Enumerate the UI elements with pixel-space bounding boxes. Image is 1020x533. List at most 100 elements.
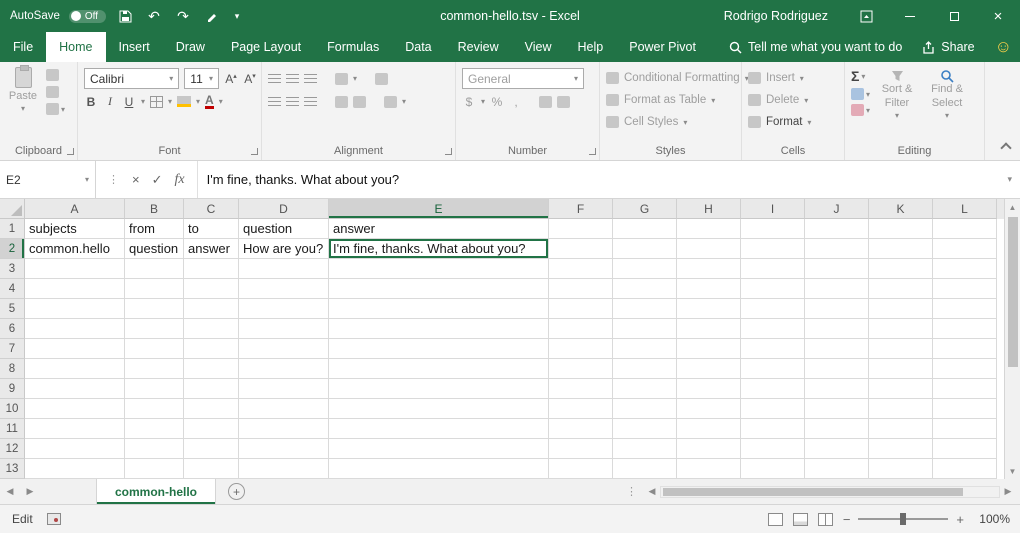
cell-J7[interactable] bbox=[805, 339, 869, 359]
cell-I13[interactable] bbox=[741, 459, 805, 479]
cell-B12[interactable] bbox=[125, 439, 184, 459]
cell-L6[interactable] bbox=[933, 319, 997, 339]
autosave-toggle[interactable]: Off bbox=[69, 10, 106, 23]
cell-I5[interactable] bbox=[741, 299, 805, 319]
cell-H3[interactable] bbox=[677, 259, 741, 279]
zoom-slider-thumb[interactable] bbox=[900, 513, 906, 525]
cell-D9[interactable] bbox=[239, 379, 329, 399]
cell-G4[interactable] bbox=[613, 279, 677, 299]
cell-K8[interactable] bbox=[869, 359, 933, 379]
column-header-B[interactable]: B bbox=[125, 199, 184, 219]
cell-A13[interactable] bbox=[25, 459, 125, 479]
account-name[interactable]: Rodrigo Rodriguez bbox=[724, 9, 828, 23]
cell-L10[interactable] bbox=[933, 399, 997, 419]
cell-L11[interactable] bbox=[933, 419, 997, 439]
percent-button[interactable]: % bbox=[490, 95, 504, 109]
cell-I12[interactable] bbox=[741, 439, 805, 459]
normal-view-icon[interactable] bbox=[768, 513, 783, 526]
ribbon-tab-view[interactable]: View bbox=[512, 32, 565, 62]
cell-L13[interactable] bbox=[933, 459, 997, 479]
redo-icon[interactable]: ↷ bbox=[173, 5, 193, 27]
cell-F13[interactable] bbox=[549, 459, 613, 479]
cell-C10[interactable] bbox=[184, 399, 239, 419]
cell-A2[interactable]: common.hello bbox=[25, 239, 125, 259]
shrink-font-button[interactable]: A▾ bbox=[243, 72, 257, 86]
align-center-icon[interactable] bbox=[286, 97, 299, 106]
cell-I8[interactable] bbox=[741, 359, 805, 379]
insert-cells-button[interactable]: Insert ▾ bbox=[748, 67, 840, 89]
column-header-J[interactable]: J bbox=[805, 199, 869, 219]
cell-E10[interactable] bbox=[329, 399, 549, 419]
column-header-L[interactable]: L bbox=[933, 199, 997, 219]
cell-H4[interactable] bbox=[677, 279, 741, 299]
cell-E9[interactable] bbox=[329, 379, 549, 399]
cell-J6[interactable] bbox=[805, 319, 869, 339]
cell-J2[interactable] bbox=[805, 239, 869, 259]
cell-E6[interactable] bbox=[329, 319, 549, 339]
cancel-entry-icon[interactable]: × bbox=[132, 172, 140, 187]
cell-G12[interactable] bbox=[613, 439, 677, 459]
bold-button[interactable]: B bbox=[84, 95, 98, 109]
horizontal-scrollbar[interactable]: ◀ ▶ bbox=[644, 486, 1016, 498]
cell-B4[interactable] bbox=[125, 279, 184, 299]
cell-C7[interactable] bbox=[184, 339, 239, 359]
cell-E3[interactable] bbox=[329, 259, 549, 279]
cell-B6[interactable] bbox=[125, 319, 184, 339]
ribbon-tab-power-pivot[interactable]: Power Pivot bbox=[616, 32, 709, 62]
column-header-I[interactable]: I bbox=[741, 199, 805, 219]
cell-F12[interactable] bbox=[549, 439, 613, 459]
autosum-button[interactable]: Σ▾ bbox=[851, 68, 870, 84]
row-header-12[interactable]: 12 bbox=[0, 439, 25, 459]
cell-G13[interactable] bbox=[613, 459, 677, 479]
copy-icon[interactable] bbox=[46, 86, 59, 98]
confirm-entry-icon[interactable]: ✓ bbox=[152, 172, 163, 188]
cell-D2[interactable]: How are you? bbox=[239, 239, 329, 259]
cell-J1[interactable] bbox=[805, 219, 869, 239]
comma-button[interactable]: , bbox=[509, 95, 523, 109]
cell-B11[interactable] bbox=[125, 419, 184, 439]
cell-E11[interactable] bbox=[329, 419, 549, 439]
cell-G11[interactable] bbox=[613, 419, 677, 439]
cell-H12[interactable] bbox=[677, 439, 741, 459]
cell-D8[interactable] bbox=[239, 359, 329, 379]
column-header-A[interactable]: A bbox=[25, 199, 125, 219]
merge-center-icon[interactable] bbox=[384, 96, 397, 108]
row-header-4[interactable]: 4 bbox=[0, 279, 25, 299]
cell-H5[interactable] bbox=[677, 299, 741, 319]
increase-decimal-icon[interactable] bbox=[539, 96, 552, 108]
cell-B13[interactable] bbox=[125, 459, 184, 479]
macro-record-icon[interactable] bbox=[47, 513, 61, 525]
cell-I6[interactable] bbox=[741, 319, 805, 339]
italic-button[interactable]: I bbox=[103, 94, 117, 109]
cell-K6[interactable] bbox=[869, 319, 933, 339]
ribbon-tab-formulas[interactable]: Formulas bbox=[314, 32, 392, 62]
font-name-combo[interactable]: Calibri▾ bbox=[84, 68, 179, 89]
delete-cells-button[interactable]: Delete ▾ bbox=[748, 89, 840, 111]
maximize-button[interactable] bbox=[932, 0, 976, 32]
cell-J3[interactable] bbox=[805, 259, 869, 279]
cell-H10[interactable] bbox=[677, 399, 741, 419]
cell-I7[interactable] bbox=[741, 339, 805, 359]
cell-J9[interactable] bbox=[805, 379, 869, 399]
align-bottom-icon[interactable] bbox=[304, 74, 317, 83]
cell-B9[interactable] bbox=[125, 379, 184, 399]
clipboard-dialog-launcher-icon[interactable] bbox=[67, 148, 74, 155]
row-header-7[interactable]: 7 bbox=[0, 339, 25, 359]
cell-C12[interactable] bbox=[184, 439, 239, 459]
cell-I4[interactable] bbox=[741, 279, 805, 299]
cell-C11[interactable] bbox=[184, 419, 239, 439]
cell-D7[interactable] bbox=[239, 339, 329, 359]
ribbon-display-options-icon[interactable] bbox=[844, 0, 888, 32]
zoom-slider[interactable] bbox=[858, 518, 948, 520]
format-as-table-button[interactable]: Format as Table ▾ bbox=[606, 89, 737, 111]
scroll-left-icon[interactable]: ◀ bbox=[644, 486, 660, 497]
cell-E1[interactable]: answer bbox=[329, 219, 549, 239]
cell-L3[interactable] bbox=[933, 259, 997, 279]
cell-H11[interactable] bbox=[677, 419, 741, 439]
column-header-E[interactable]: E bbox=[329, 199, 549, 219]
borders-icon[interactable] bbox=[150, 96, 163, 108]
cell-G8[interactable] bbox=[613, 359, 677, 379]
cell-G7[interactable] bbox=[613, 339, 677, 359]
underline-button[interactable]: U bbox=[122, 95, 136, 109]
font-color-chevron-icon[interactable]: ▾ bbox=[219, 97, 223, 106]
